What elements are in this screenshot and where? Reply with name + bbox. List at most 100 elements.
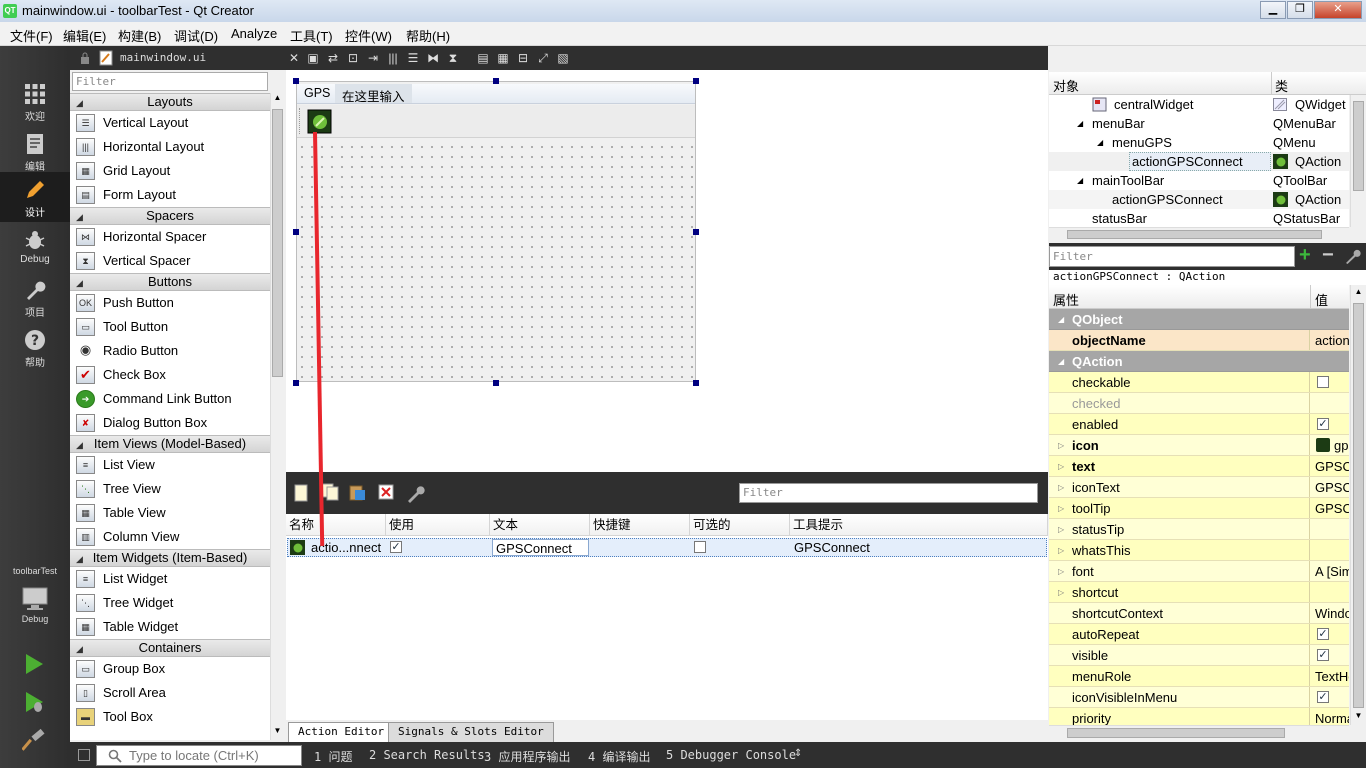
pane-application-output[interactable]: 3 应用程序输出 xyxy=(484,748,570,765)
menu-analyze[interactable]: Analyze xyxy=(231,26,277,41)
scroll-down-icon[interactable]: ▼ xyxy=(271,726,284,740)
mode-welcome[interactable]: 欢迎 xyxy=(0,76,70,126)
widget-scroll-area[interactable]: ▯ Scroll Area xyxy=(70,681,270,705)
widget-tool-button[interactable]: ▭ Tool Button xyxy=(70,315,270,339)
layout-vertical-icon[interactable]: ☰ xyxy=(405,50,421,66)
category-buttons[interactable]: ◢ Buttons xyxy=(70,273,270,291)
expanded-arrow-icon[interactable]: ◢ xyxy=(1097,133,1103,152)
configure-wrench-icon[interactable] xyxy=(1345,248,1361,264)
property-value[interactable] xyxy=(1313,393,1349,413)
property-row[interactable]: objectName actionGPSConnect xyxy=(1049,330,1349,351)
expanded-arrow-icon[interactable]: ◢ xyxy=(1077,171,1083,190)
build-hammer-icon[interactable] xyxy=(22,728,46,752)
scroll-thumb[interactable] xyxy=(1067,230,1322,239)
action-name-cell[interactable]: actio...nnect xyxy=(308,539,381,556)
widget-vertical-layout[interactable]: ☰ Vertical Layout xyxy=(70,111,270,135)
layout-horizontal-icon[interactable]: ||| xyxy=(385,50,401,66)
scroll-thumb[interactable] xyxy=(272,109,283,377)
property-filter-input[interactable]: Filter xyxy=(1049,246,1295,267)
tab-signals-slots-editor[interactable]: Signals & Slots Editor xyxy=(388,722,554,742)
scroll-thumb[interactable] xyxy=(1353,303,1364,708)
property-checkbox[interactable]: ✓ xyxy=(1313,624,1349,644)
property-value[interactable] xyxy=(1313,582,1349,602)
selection-handle[interactable] xyxy=(493,78,499,84)
pane-compile-output[interactable]: 4 编译输出 xyxy=(588,748,650,765)
menu-file[interactable]: 文件(F) xyxy=(10,26,53,45)
property-row[interactable]: font ▷ A [SimSun, 9] xyxy=(1049,561,1349,582)
mode-debug[interactable]: Debug xyxy=(0,222,70,272)
widget-push-button[interactable]: OK Push Button xyxy=(70,291,270,315)
category-containers[interactable]: ◢ Containers xyxy=(70,639,270,657)
scroll-up-icon[interactable]: ▲ xyxy=(1351,287,1366,296)
layout-splitter-vertical-icon[interactable]: ⧗ xyxy=(445,50,461,66)
menu-edit[interactable]: 编辑(E) xyxy=(63,26,106,45)
menu-tools[interactable]: 工具(T) xyxy=(290,26,333,45)
expand-arrow-icon[interactable]: ▷ xyxy=(1058,561,1064,582)
maximize-button[interactable]: ❐ xyxy=(1287,1,1313,19)
edit-signals-icon[interactable]: ⇄ xyxy=(325,50,341,66)
gps-action-icon[interactable] xyxy=(307,109,332,134)
expand-arrow-icon[interactable]: ▷ xyxy=(1058,456,1064,477)
column-header[interactable]: 使用 xyxy=(386,514,490,536)
widget-tool-box[interactable]: ▬ Tool Box xyxy=(70,705,270,729)
property-hscrollbar[interactable] xyxy=(1049,725,1349,741)
layout-splitter-horizontal-icon[interactable]: ⧓ xyxy=(425,50,441,66)
widget-column-view[interactable]: ▥ Column View xyxy=(70,525,270,549)
category-layouts[interactable]: ◢ Layouts xyxy=(70,93,270,111)
widget-form-layout[interactable]: ▤ Form Layout xyxy=(70,183,270,207)
widget-list-view[interactable]: ≡ List View xyxy=(70,453,270,477)
object-tree-hscrollbar[interactable] xyxy=(1049,227,1349,241)
locator-input[interactable]: Type to locate (Ctrl+K) xyxy=(96,745,302,766)
mode-projects[interactable]: 项目 xyxy=(0,272,70,322)
delete-action-icon[interactable] xyxy=(378,484,394,500)
property-value[interactable]: GPSConnect xyxy=(1313,477,1349,497)
column-header[interactable]: 快捷键 xyxy=(590,514,690,536)
expand-arrow-icon[interactable]: ▷ xyxy=(1058,435,1064,456)
property-value[interactable]: GPSConnect xyxy=(1313,456,1349,476)
scroll-thumb[interactable] xyxy=(1067,728,1285,738)
action-checkable-checkbox[interactable] xyxy=(694,541,706,553)
more-panes-icon[interactable]: ⇕ xyxy=(794,748,802,759)
checked-box-icon[interactable]: ✓ xyxy=(1317,628,1329,640)
tree-row[interactable]: actionGPSConnect QAction xyxy=(1049,190,1349,209)
property-group-row[interactable]: QAction ◢ xyxy=(1049,351,1349,372)
minimize-button[interactable]: ▁ xyxy=(1260,1,1286,19)
property-row[interactable]: checkable xyxy=(1049,372,1349,393)
menu-build[interactable]: 构建(B) xyxy=(118,26,161,45)
scroll-down-icon[interactable]: ▼ xyxy=(1351,711,1366,720)
property-value[interactable] xyxy=(1313,540,1349,560)
mode-edit[interactable]: 编辑 xyxy=(0,126,70,176)
property-row[interactable]: checked xyxy=(1049,393,1349,414)
new-action-icon[interactable] xyxy=(294,484,308,502)
edit-widgets-icon[interactable]: ▣ xyxy=(305,50,321,66)
property-checkbox[interactable] xyxy=(1313,372,1349,392)
widget-horizontal-spacer[interactable]: ⋈ Horizontal Spacer xyxy=(70,225,270,249)
column-header[interactable]: 属性 xyxy=(1053,290,1079,309)
unchecked-box-icon[interactable] xyxy=(1317,376,1329,388)
property-row[interactable]: shortcut ▷ xyxy=(1049,582,1349,603)
close-window-button[interactable]: ✕ xyxy=(1314,1,1362,19)
selection-handle[interactable] xyxy=(693,229,699,235)
category-item-views[interactable]: ◢ Item Views (Model-Based) xyxy=(70,435,270,453)
configure-wrench-icon[interactable] xyxy=(406,483,426,503)
tab-action-editor[interactable]: Action Editor xyxy=(288,722,395,742)
widget-horizontal-layout[interactable]: ||| Horizontal Layout xyxy=(70,135,270,159)
selection-handle[interactable] xyxy=(693,78,699,84)
column-header[interactable]: 名称 xyxy=(286,514,386,536)
scroll-up-icon[interactable]: ▲ xyxy=(271,93,284,107)
selection-handle[interactable] xyxy=(693,380,699,386)
property-checkbox[interactable]: ✓ xyxy=(1313,687,1349,707)
tree-row[interactable]: centralWidget QWidget xyxy=(1049,95,1349,114)
expand-arrow-icon[interactable]: ▷ xyxy=(1058,519,1064,540)
toggle-sidebar-icon[interactable] xyxy=(78,749,90,761)
column-header[interactable]: 对象 xyxy=(1053,76,1079,95)
collapse-arrow-icon[interactable]: ◢ xyxy=(1058,309,1064,330)
expand-arrow-icon[interactable]: ▷ xyxy=(1058,540,1064,561)
property-group-row[interactable]: QObject ◢ xyxy=(1049,309,1349,330)
selection-handle[interactable] xyxy=(293,380,299,386)
widget-list-widget[interactable]: ≡ List Widget xyxy=(70,567,270,591)
widget-radio-button[interactable]: ◉ Radio Button xyxy=(70,339,270,363)
property-row[interactable]: toolTip ▷ GPSConnect xyxy=(1049,498,1349,519)
category-spacers[interactable]: ◢ Spacers xyxy=(70,207,270,225)
selection-handle[interactable] xyxy=(493,380,499,386)
